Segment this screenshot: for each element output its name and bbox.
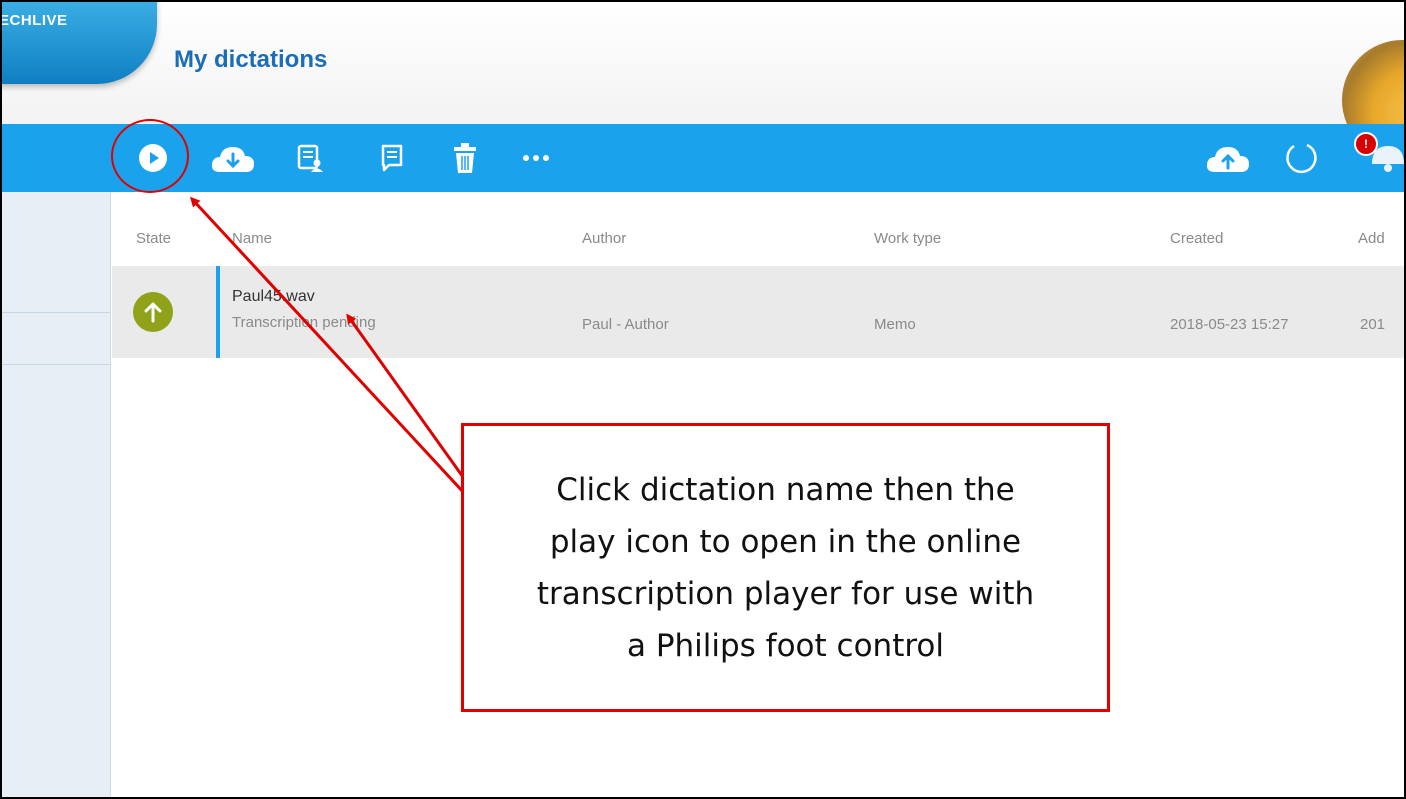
- arrow-to-play-icon: [189, 196, 492, 523]
- annotation-callout-box: Click dictation name then the play icon …: [461, 423, 1110, 712]
- annotation-text: Click dictation name then the play icon …: [536, 471, 1035, 664]
